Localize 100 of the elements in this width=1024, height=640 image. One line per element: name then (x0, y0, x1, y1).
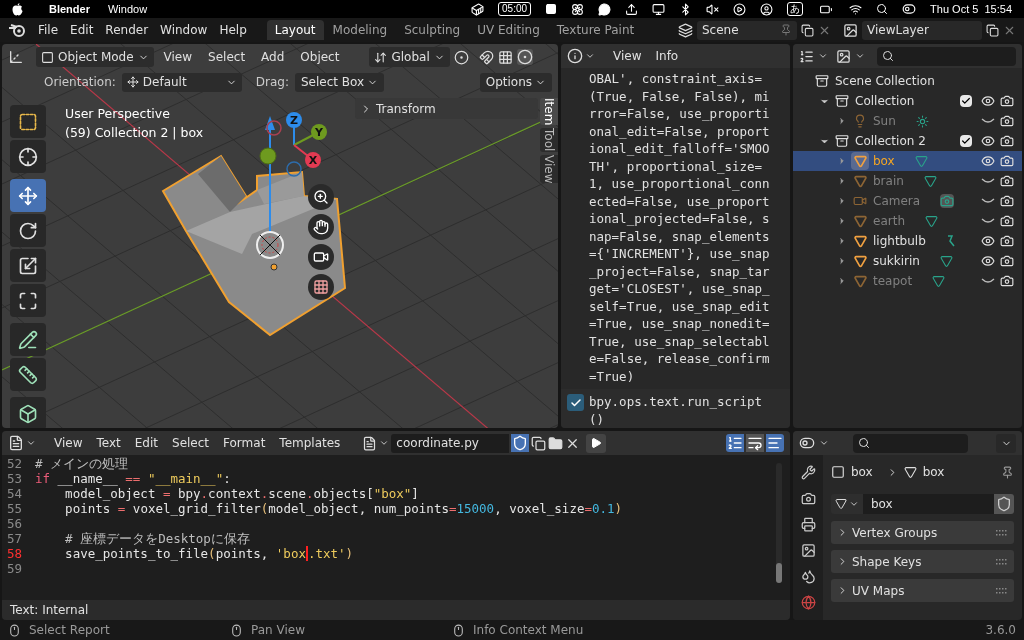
render-camera-icon[interactable] (1000, 174, 1014, 188)
outliner-row[interactable]: box (793, 151, 1022, 171)
display-mode-icon[interactable] (836, 48, 851, 64)
search-field[interactable] (877, 46, 1016, 66)
run-script-button[interactable] (586, 433, 607, 453)
outliner-row[interactable]: lightbulb (793, 231, 1022, 251)
menu-item[interactable]: Templates (273, 434, 347, 452)
copy-icon[interactable] (801, 23, 814, 37)
folder-icon[interactable] (548, 435, 564, 451)
grip-icon[interactable] (996, 587, 1008, 594)
outliner-row[interactable]: Collection (793, 91, 1022, 111)
eye-icon[interactable] (981, 234, 995, 248)
render-camera-icon[interactable] (1000, 234, 1014, 248)
text-file-icon[interactable] (362, 435, 378, 451)
outliner-row[interactable]: earth (793, 211, 1022, 231)
tool-button[interactable] (10, 249, 46, 282)
menu-item[interactable]: View (157, 48, 199, 66)
outliner-item-name[interactable]: sukkirin (873, 252, 920, 270)
sidebar-tab[interactable]: Item (540, 98, 558, 126)
chat-icon[interactable] (598, 2, 612, 16)
search-field[interactable] (853, 433, 968, 453)
magnet-icon[interactable] (478, 49, 494, 65)
menu-item[interactable]: Window (107, 0, 148, 18)
workspace-tab[interactable]: Sculpting (396, 20, 469, 40)
user-icon[interactable] (760, 2, 774, 16)
transform-panel-header[interactable]: Transform (355, 98, 538, 119)
tool-button[interactable] (10, 105, 46, 138)
eye-icon[interactable] (981, 254, 995, 268)
shield-icon[interactable] (511, 434, 530, 452)
render-camera-icon[interactable] (1000, 154, 1014, 168)
include-checkbox[interactable] (960, 95, 972, 107)
view-layer-field[interactable]: ViewLayer (862, 20, 982, 40)
outliner-row[interactable]: Collection 2 (793, 131, 1022, 151)
orientation-default-dropdown[interactable]: Default (121, 72, 242, 92)
menu-item[interactable]: Text (90, 434, 127, 452)
menu-item[interactable]: View (607, 47, 648, 65)
workspace-tab[interactable]: Layout (266, 20, 324, 40)
outliner-editor-icon[interactable] (799, 48, 814, 64)
editor-type-icon[interactable] (8, 49, 24, 65)
wifi-icon[interactable] (849, 2, 863, 16)
outliner-item-name[interactable]: box (873, 152, 895, 170)
closed-eye-icon[interactable] (981, 118, 995, 124)
mute-icon[interactable] (706, 2, 720, 16)
panel-header[interactable]: Shape Keys (831, 550, 1014, 573)
date-time[interactable]: Thu Oct 5 15:54 (930, 0, 1012, 18)
logo-icon[interactable] (8, 23, 26, 37)
closed-eye-icon[interactable] (981, 198, 995, 204)
tool-button[interactable] (10, 284, 46, 317)
outliner-item-name[interactable]: teapot (873, 272, 913, 290)
expand-arrow-icon[interactable] (837, 116, 847, 126)
menu-item[interactable]: Render (99, 21, 155, 39)
render-camera-icon[interactable] (1000, 134, 1014, 148)
render-camera-icon[interactable] (1000, 274, 1014, 288)
outliner-row[interactable]: sukkirin (793, 251, 1022, 271)
tool-button[interactable] (10, 140, 46, 173)
pin-icon[interactable] (780, 24, 792, 36)
scene-icon[interactable] (678, 22, 693, 38)
sidebar-tab[interactable]: Tool (540, 128, 558, 152)
outliner-item-name[interactable]: Collection 2 (855, 132, 926, 150)
tool-button[interactable] (10, 214, 46, 247)
view-layer-tab-icon[interactable] (800, 543, 816, 558)
outliner-item-name[interactable]: Camera (873, 192, 921, 210)
eye-icon[interactable] (981, 94, 995, 108)
scene-field[interactable]: Scene (697, 20, 797, 40)
container-icon[interactable] (471, 2, 485, 16)
workspace-tab[interactable]: Modeling (324, 20, 396, 40)
menu-item[interactable]: Object (294, 48, 346, 66)
play-circle-icon[interactable] (733, 2, 747, 16)
sidebar-tab[interactable]: View (540, 154, 558, 184)
tool-button[interactable] (10, 397, 46, 428)
render-camera-icon[interactable] (1000, 114, 1014, 128)
render-camera-icon[interactable] (1000, 214, 1014, 228)
outliner-item-name[interactable]: brain (873, 172, 904, 190)
grip-icon[interactable] (996, 558, 1008, 565)
pin-icon[interactable] (1001, 465, 1014, 479)
menu-item[interactable]: Select (202, 48, 252, 66)
closed-eye-icon[interactable] (981, 178, 995, 184)
mesh-name-field[interactable]: box (863, 494, 994, 514)
eye-icon[interactable] (981, 154, 995, 168)
zoom-button[interactable] (308, 184, 334, 210)
panel-header[interactable]: Vertex Groups (831, 521, 1014, 544)
proportional-edit-icon[interactable] (516, 49, 533, 65)
outliner-row[interactable]: teapot (793, 271, 1022, 291)
flower-icon[interactable] (571, 2, 585, 16)
snap-grid-icon[interactable] (497, 49, 513, 65)
mesh-data-dropdown[interactable] (831, 494, 863, 514)
scrollbar[interactable] (776, 463, 782, 583)
tool-button[interactable] (10, 179, 46, 212)
drag-dropdown[interactable]: Select Box (295, 72, 385, 92)
menu-item[interactable]: Format (217, 434, 272, 452)
include-checkbox[interactable] (960, 135, 972, 147)
word-wrap-toggle-icon[interactable] (746, 434, 764, 452)
mode-dropdown[interactable]: Object Mode (36, 47, 154, 67)
menu-item[interactable]: View (48, 434, 89, 452)
timer-badge[interactable]: 05:00 (498, 2, 532, 16)
outliner-item-name[interactable]: Sun (873, 112, 896, 130)
tool-button[interactable] (10, 323, 46, 356)
eye-icon[interactable] (981, 134, 995, 148)
outliner-row[interactable]: Sun (793, 111, 1022, 131)
file-name-field[interactable]: coordinate.py (391, 433, 510, 453)
